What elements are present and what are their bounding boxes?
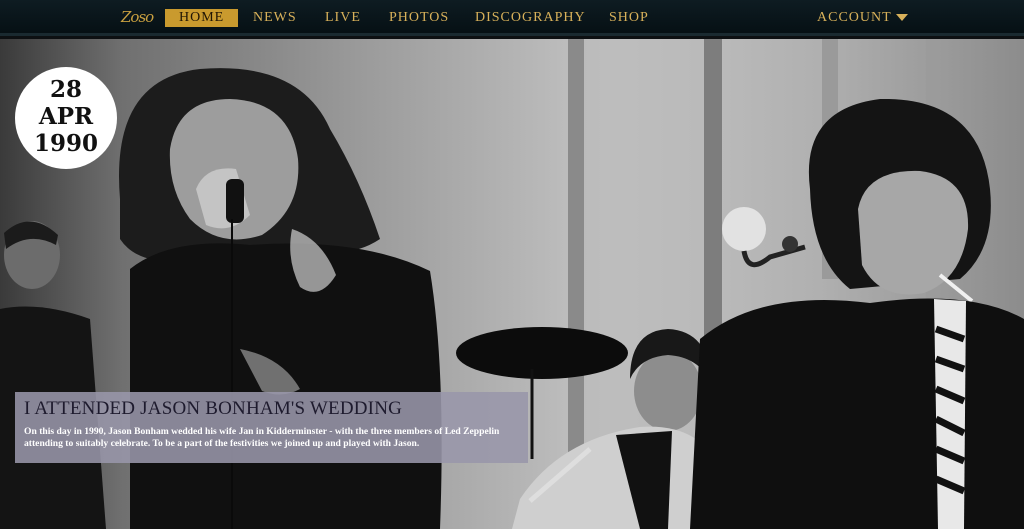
story-caption[interactable]: I ATTENDED JASON BONHAM'S WEDDING On thi… — [15, 392, 528, 463]
top-navigation-bar: Zoso HOME NEWS LIVE PHOTOS DISCOGRAPHY S… — [0, 0, 1024, 36]
nav-item-photos[interactable]: PHOTOS — [389, 8, 449, 28]
story-description: On this day in 1990, Jason Bonham wedded… — [24, 426, 500, 449]
date-year: 1990 — [33, 130, 98, 157]
hero-photo: 28 APR 1990 I ATTENDED JASON BONHAM'S WE… — [0, 39, 1024, 529]
account-label: ACCOUNT — [817, 10, 892, 25]
chevron-down-icon — [895, 14, 908, 22]
nav-item-discography[interactable]: DISCOGRAPHY — [475, 8, 586, 28]
date-day: 28 — [49, 76, 82, 103]
nav-item-home[interactable]: HOME — [165, 9, 239, 27]
story-title[interactable]: I ATTENDED JASON BONHAM'S WEDDING — [24, 398, 519, 420]
nav-item-account[interactable]: ACCOUNT — [817, 8, 908, 28]
date-month: APR — [38, 103, 94, 130]
date-badge: 28 APR 1990 — [15, 67, 117, 169]
zoso-logo[interactable]: Zoso — [121, 6, 157, 28]
nav-item-shop[interactable]: SHOP — [609, 8, 649, 28]
nav-item-live[interactable]: LIVE — [325, 8, 361, 28]
nav-item-news[interactable]: NEWS — [253, 8, 297, 28]
